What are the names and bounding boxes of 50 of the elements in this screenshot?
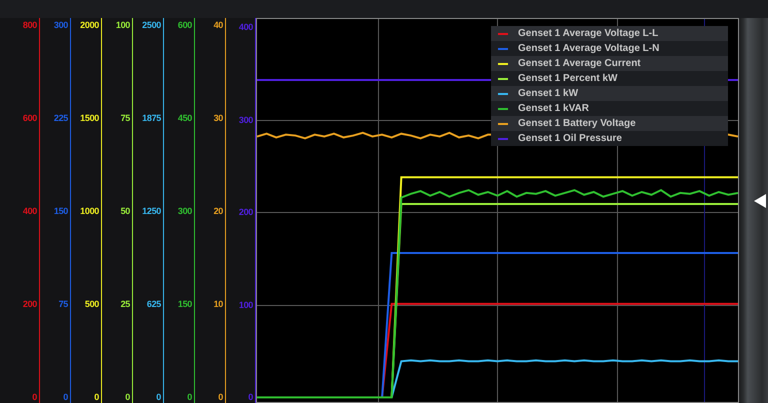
legend-label: Genset 1 Percent kW <box>518 73 618 84</box>
axis-tick-label: 25 <box>120 298 130 310</box>
axis-tick-label: 1875 <box>142 112 161 124</box>
axis-tick-label: 40 <box>214 19 223 31</box>
axis-tick-label: 0 <box>125 391 130 403</box>
axis-tick-label: 0 <box>32 391 37 403</box>
legend-label: Genset 1 kVAR <box>518 103 589 114</box>
axis-tick-label: 0 <box>63 391 68 403</box>
axis-tick-label: 2000 <box>80 19 99 31</box>
axis-tick-label: 800 <box>22 19 37 31</box>
axis-tick-label: 400 <box>238 21 253 34</box>
panel-toggle-button[interactable] <box>754 194 766 208</box>
axis-tick-label: 0 <box>187 391 192 403</box>
axis-tick-label: 600 <box>22 112 37 124</box>
axis-tick-label: 300 <box>178 205 192 217</box>
legend-label: Genset 1 kW <box>518 88 578 99</box>
axis-tick-label: 625 <box>146 298 161 310</box>
axis-tick-label: 225 <box>54 112 68 124</box>
axis-tick-label: 200 <box>22 298 37 310</box>
axis-tick-label: 300 <box>238 114 253 126</box>
axis-tick-label: 1000 <box>80 205 99 217</box>
axis-tick-label: 200 <box>238 206 253 218</box>
axis-tick-label: 0 <box>94 391 99 403</box>
axis-tick-label: 500 <box>84 298 99 310</box>
axis-tick-label: 20 <box>214 205 223 217</box>
axis-tick-label: 1500 <box>80 112 99 124</box>
axis-tick-label: 30 <box>214 112 223 124</box>
axis-tick-label: 50 <box>120 205 130 217</box>
axis-tick-label: 0 <box>156 391 161 403</box>
axis-tick-label: 75 <box>120 112 130 124</box>
axis-tick-label: 0 <box>248 391 253 403</box>
legend-label: Genset 1 Average Voltage L-N <box>518 43 660 54</box>
axis-tick-label: 0 <box>218 391 223 403</box>
axis-tick-label: 150 <box>178 298 192 310</box>
legend-label: Genset 1 Average Voltage L-L <box>518 28 658 39</box>
axis-tick-label: 1250 <box>142 205 161 217</box>
axis-tick-label: 400 <box>22 205 37 217</box>
legend-label: Genset 1 Average Current <box>518 58 641 69</box>
axis-tick-label: 300 <box>54 19 68 31</box>
axis-tick-label: 2500 <box>142 19 161 31</box>
legend-label: Genset 1 Battery Voltage <box>518 118 636 129</box>
axis-tick-label: 75 <box>58 298 68 310</box>
triangle-icon <box>754 194 766 208</box>
legend-label: Genset 1 Oil Pressure <box>518 133 622 144</box>
axis-tick-label: 150 <box>54 205 68 217</box>
axis-tick-label: 450 <box>178 112 192 124</box>
axis-tick-label: 10 <box>214 298 223 310</box>
axis-tick-label: 600 <box>178 19 192 31</box>
axis-tick-label: 100 <box>238 298 253 311</box>
axis-tick-label: 100 <box>116 19 130 31</box>
